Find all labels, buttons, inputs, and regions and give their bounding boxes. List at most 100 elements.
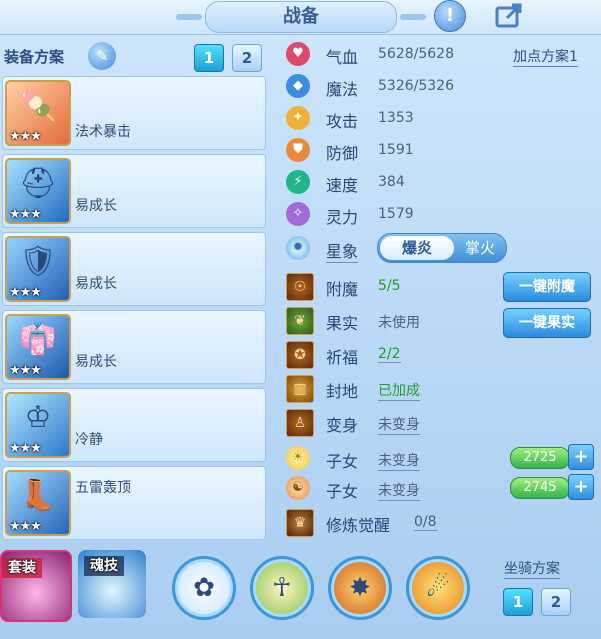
stat-name: 子女	[326, 452, 359, 471]
top-bar: 战备 !	[0, 0, 601, 35]
star-sign-icon: ✹	[286, 236, 310, 260]
equipment-plan-header: 装备方案 ✎ 1 2	[4, 42, 264, 72]
enchant-value: 5/5	[378, 278, 401, 294]
stat-value: 5326/5326	[378, 78, 454, 94]
stat-value: 1579	[378, 206, 414, 222]
star-sign-label: 星象	[326, 238, 359, 263]
child-value[interactable]: 未变身	[378, 480, 420, 501]
mount-tab-1[interactable]: 1	[503, 588, 533, 616]
plan-tab-1[interactable]: 1	[194, 44, 224, 72]
spiral-icon: ☯	[286, 476, 310, 500]
stat-value: 1353	[378, 110, 414, 126]
mount-tab-2[interactable]: 2	[541, 588, 571, 616]
equipment-slot-5[interactable]: ♔ ★★★ 冷静	[2, 388, 266, 462]
one-click-enchant-button[interactable]: 一键附魔	[503, 272, 591, 302]
flame-skill-icon[interactable]: ☄	[406, 556, 470, 620]
popsicle-icon: 🍡 ★★★	[5, 80, 71, 146]
equipment-name: 易成长	[75, 198, 117, 214]
figure-skill-icon[interactable]: ☥	[250, 556, 314, 620]
equipment-slot-1[interactable]: 🍡 ★★★ 法术暴击	[2, 76, 266, 150]
spirit-icon: ✧	[286, 202, 310, 226]
fruit-row: ❦ 果实 未使用 一键果实	[280, 306, 600, 338]
child-row-1: ☀ 子女 未变身 2725 +	[280, 444, 600, 474]
cultivation-icon: ♛	[286, 509, 314, 537]
fruit-icon: ❦	[286, 307, 314, 335]
attack-icon: ✦	[286, 106, 310, 130]
stat-row-spirit: ✧ 灵力 1579	[280, 200, 600, 230]
equipment-name: 法术暴击	[75, 124, 131, 140]
plan-tab-2[interactable]: 2	[232, 44, 262, 72]
soul-skill-tile[interactable]: 魂技	[78, 550, 146, 618]
suit-label: 套装	[2, 558, 42, 578]
heart-icon: ♥	[286, 42, 310, 66]
crown-icon: ♔ ★★★	[5, 392, 71, 458]
mount-plan-label[interactable]: 坐骑方案	[504, 558, 560, 579]
star-option-palmfire[interactable]: 掌火	[458, 234, 502, 262]
mana-icon: ◆	[286, 74, 310, 98]
stat-name: 子女	[326, 482, 359, 501]
stat-name: 攻击	[326, 112, 359, 131]
stat-name: 修炼觉醒	[326, 516, 391, 535]
robe-icon: 👘 ★★★	[5, 314, 71, 380]
equipment-slot-6[interactable]: 👢 ★★★ 五雷轰顶	[2, 466, 266, 540]
transform-icon: ♙	[286, 409, 314, 437]
equipment-name: 五雷轰顶	[75, 480, 131, 496]
fire-skill-icon[interactable]: ✸	[328, 556, 392, 620]
stat-value: 384	[378, 174, 405, 190]
stat-row-hp: ♥ 气血 5628/5628 加点方案1	[280, 40, 600, 70]
add-button[interactable]: +	[568, 474, 594, 500]
star-sign-row: ✹ 星象 爆炎 掌火	[280, 233, 600, 264]
enchant-row: ☉ 附魔 5/5 一键附魔	[280, 272, 600, 302]
stat-name: 灵力	[326, 208, 359, 227]
child-value[interactable]: 未变身	[378, 450, 420, 471]
soul-label: 魂技	[84, 556, 124, 576]
child-power-pill: 2745	[510, 477, 570, 499]
equipment-plan-label: 装备方案	[4, 48, 65, 66]
fief-icon: ▥	[286, 375, 314, 403]
transform-row: ♙ 变身 未变身	[280, 408, 600, 438]
suit-skill-tile[interactable]: 套装	[0, 550, 72, 622]
one-click-fruit-button[interactable]: 一键果实	[503, 308, 591, 338]
equipment-name: 易成长	[75, 354, 117, 370]
enchant-icon: ☉	[286, 273, 314, 301]
cultivation-value[interactable]: 0/8	[414, 514, 437, 531]
fief-value[interactable]: 已加成	[378, 380, 420, 401]
stat-row-attack: ✦ 攻击 1353	[280, 104, 600, 134]
stat-name: 速度	[326, 176, 359, 195]
equipment-slot-3[interactable]: 🛡 ★★★ 易成长	[2, 232, 266, 306]
stat-value: 5628/5628	[378, 46, 454, 62]
star-sign-toggle: 爆炎 掌火	[377, 233, 507, 263]
transform-value[interactable]: 未变身	[378, 414, 420, 435]
stat-name: 气血	[326, 48, 359, 67]
stat-row-defense: ⛊ 防御 1591	[280, 136, 600, 166]
add-button[interactable]: +	[568, 444, 594, 470]
flower-skill-icon[interactable]: ✿	[172, 556, 236, 620]
stat-row-speed: ⚡ 速度 384	[280, 168, 600, 198]
stat-name: 魔法	[326, 80, 359, 99]
sun-icon: ☀	[286, 446, 310, 470]
equipment-name: 冷静	[75, 432, 103, 448]
stat-name: 果实	[326, 314, 359, 333]
equipment-slot-2[interactable]: ⛑ ★★★ 易成长	[2, 154, 266, 228]
share-icon[interactable]	[494, 2, 526, 30]
star-option-blaze[interactable]: 爆炎	[380, 236, 454, 260]
blessing-icon: ✪	[286, 341, 314, 369]
bonus-plan-link[interactable]: 加点方案1	[513, 46, 578, 67]
child-row-2: ☯ 子女 未变身 2745 +	[280, 474, 600, 504]
equipment-slot-4[interactable]: 👘 ★★★ 易成长	[2, 310, 266, 384]
page-title: 战备	[176, 1, 426, 33]
armor-icon: 🛡 ★★★	[5, 236, 71, 302]
edit-pencil-icon[interactable]: ✎	[88, 42, 116, 70]
stat-row-mp: ◆ 魔法 5326/5326	[280, 72, 600, 102]
blessing-value[interactable]: 2/2	[378, 346, 401, 363]
shield-icon: ⛊	[286, 138, 310, 162]
stat-name: 附魔	[326, 280, 359, 299]
stat-name: 变身	[326, 416, 359, 435]
stat-name: 防御	[326, 144, 359, 163]
stat-value: 1591	[378, 142, 414, 158]
equipment-name: 易成长	[75, 276, 117, 292]
help-icon[interactable]: !	[434, 0, 466, 32]
stat-name: 祈福	[326, 348, 359, 367]
blessing-row: ✪ 祈福 2/2	[280, 340, 600, 370]
cultivation-row: ♛ 修炼觉醒 0/8	[280, 508, 600, 538]
